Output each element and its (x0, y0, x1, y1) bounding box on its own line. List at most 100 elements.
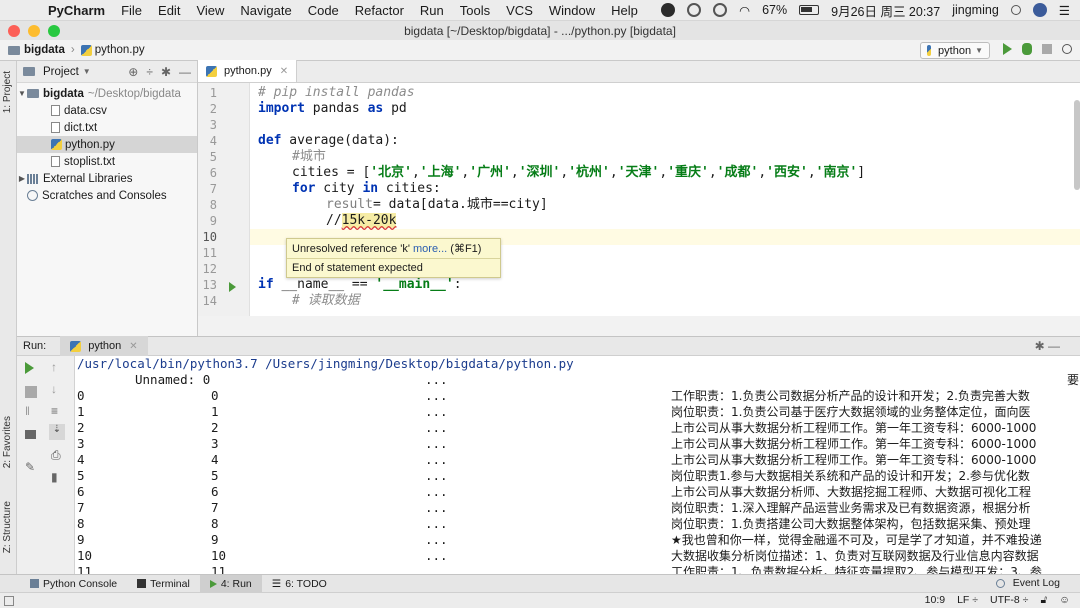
menu-edit[interactable]: Edit (150, 3, 188, 18)
editor-tab-bar: python.py ✕ (198, 60, 1080, 83)
left-tool-stripe: 1: Project 2: Favorites Z: Structure (0, 61, 17, 574)
breadcrumb-file[interactable]: python.py (80, 44, 145, 56)
tab-favorites-tool[interactable]: 2: Favorites (2, 416, 13, 468)
run-tab-python[interactable]: python ✕ (60, 336, 148, 356)
library-icon (27, 173, 39, 184)
run-settings-gear-icon[interactable]: ✱ — (1035, 339, 1060, 353)
tree-file-dict-txt[interactable]: dict.txt (17, 119, 197, 136)
clock[interactable]: 9月26日 周三 20:37 (831, 1, 940, 20)
collapse-all-icon[interactable]: ÷ (146, 65, 153, 79)
tab-structure-tool[interactable]: Z: Structure (2, 501, 13, 553)
soft-wrap-icon[interactable]: ≡ (51, 404, 63, 418)
tab-run[interactable]: 4: Run (199, 574, 262, 593)
tool-windows-toggle-icon[interactable] (4, 595, 14, 606)
file-encoding[interactable]: UTF-8 ÷ (990, 594, 1028, 607)
scroll-from-source-icon[interactable]: ⊕ (128, 65, 138, 79)
menu-file[interactable]: File (113, 3, 150, 18)
close-window-button[interactable] (8, 25, 20, 37)
scroll-to-end-icon[interactable]: ⇣ (49, 424, 65, 440)
scroll-down-icon[interactable]: ↓ (51, 382, 63, 396)
line-separator[interactable]: LF ÷ (957, 594, 978, 607)
menu-run[interactable]: Run (412, 3, 452, 18)
code-line-7: for city in cities: (292, 181, 441, 196)
breadcrumb-project[interactable]: bigdata (8, 44, 65, 56)
zoom-window-button[interactable] (48, 25, 60, 37)
rerun-icon[interactable] (25, 362, 34, 374)
event-log-button[interactable]: Event Log (995, 577, 1060, 589)
minimize-window-button[interactable] (28, 25, 40, 37)
window-controls (8, 25, 60, 37)
lock-icon[interactable]: 🔓︎ (1040, 594, 1047, 607)
editor-tab-python-py[interactable]: python.py ✕ (198, 60, 298, 82)
notification-center-icon[interactable]: ☰ (1059, 3, 1070, 18)
tray-pin-icon[interactable] (687, 3, 702, 17)
battery-percent[interactable]: 67% (762, 3, 787, 17)
expand-arrow-icon[interactable]: ▼ (17, 89, 27, 98)
console-row-dots: ... (425, 516, 448, 531)
pause-icon[interactable]: ‖ (25, 404, 37, 418)
menu-navigate[interactable]: Navigate (232, 3, 299, 18)
tab-terminal[interactable]: Terminal (127, 575, 200, 593)
tab-todo[interactable]: ☰ 6: TODO (262, 575, 337, 593)
menu-help[interactable]: Help (603, 3, 646, 18)
menu-refactor[interactable]: Refactor (347, 3, 412, 18)
tab-project-tool[interactable]: 1: Project (2, 71, 13, 113)
debug-button[interactable] (1022, 43, 1032, 55)
tray-app-icon[interactable] (661, 3, 676, 17)
console-row-val: 10 (211, 548, 227, 563)
menu-view[interactable]: View (188, 3, 232, 18)
caret-position[interactable]: 10:9 (925, 594, 945, 607)
console-row-dots: ... (425, 532, 448, 547)
menu-window[interactable]: Window (541, 3, 603, 18)
run-panel-header: Run: python ✕ ✱ — (17, 336, 1080, 356)
editor-scrollbar[interactable] (1074, 100, 1080, 190)
menu-code[interactable]: Code (300, 3, 347, 18)
stop-icon[interactable] (25, 386, 37, 398)
run-configuration-select[interactable]: python ▼ (920, 42, 990, 59)
user-name[interactable]: jingming (952, 3, 999, 17)
settings-gear-icon[interactable]: ✱ (161, 65, 171, 79)
hide-panel-icon[interactable]: — (179, 65, 191, 79)
tree-file-stoplist-txt[interactable]: stoplist.txt (17, 153, 197, 170)
console-row-val: 8 (211, 516, 219, 531)
tree-root-folder[interactable]: ▼ bigdata ~/Desktop/bigdata (17, 85, 197, 102)
console-row-val: 6 (211, 484, 219, 499)
line-number: 5 (209, 150, 217, 164)
menu-vcs[interactable]: VCS (498, 3, 541, 18)
project-view-select[interactable]: Project (43, 66, 79, 78)
chevron-down-icon[interactable]: ▼ (83, 67, 91, 76)
tooltip-more-link[interactable]: more... (413, 243, 447, 255)
tab-python-console[interactable]: Python Console (20, 575, 127, 593)
tree-file-python-py[interactable]: python.py (17, 136, 197, 153)
console-row-dots: ... (425, 484, 448, 499)
tree-scratches[interactable]: Scratches and Consoles (17, 187, 197, 204)
siri-icon[interactable] (1032, 3, 1047, 17)
wifi-icon[interactable]: ◠ (739, 3, 750, 18)
run-button[interactable] (1003, 43, 1012, 55)
console-row-idx: 4 (77, 452, 85, 467)
run-main-gutter-icon[interactable] (229, 282, 236, 292)
console-row-dots: ... (425, 436, 448, 451)
tree-file-data-csv[interactable]: data.csv (17, 102, 197, 119)
clear-all-icon[interactable]: ▮ (51, 470, 63, 484)
console-row-dots: ... (425, 548, 448, 563)
app-menu[interactable]: PyCharm (40, 3, 113, 18)
print-icon[interactable]: ⎙ (51, 448, 63, 462)
tree-external-libraries[interactable]: ▶ External Libraries (17, 170, 197, 187)
close-tab-icon[interactable]: ✕ (280, 66, 288, 77)
scroll-up-icon[interactable]: ↑ (51, 360, 63, 374)
python-console-icon (30, 579, 39, 588)
pin-tab-icon[interactable]: ✎ (25, 460, 37, 474)
close-run-tab-icon[interactable]: ✕ (129, 341, 137, 352)
restore-layout-icon[interactable] (25, 430, 36, 439)
run-console-output[interactable]: /usr/local/bin/python3.7 /Users/jingming… (75, 356, 1080, 574)
tray-sync-icon[interactable] (713, 3, 728, 17)
search-everywhere-icon[interactable] (1062, 44, 1072, 54)
spotlight-icon[interactable] (1010, 5, 1021, 15)
expand-arrow-icon[interactable]: ▶ (17, 174, 27, 183)
code-editor[interactable]: # pip install pandas import pandas as pd… (250, 83, 1080, 316)
stop-button[interactable] (1042, 44, 1052, 54)
line-number-gutter[interactable]: 1 2 3 4 5 6 7 8 9 10 11 12 13 14 (198, 83, 250, 316)
inspector-icon[interactable]: ☺ (1059, 594, 1070, 607)
menu-tools[interactable]: Tools (452, 3, 498, 18)
